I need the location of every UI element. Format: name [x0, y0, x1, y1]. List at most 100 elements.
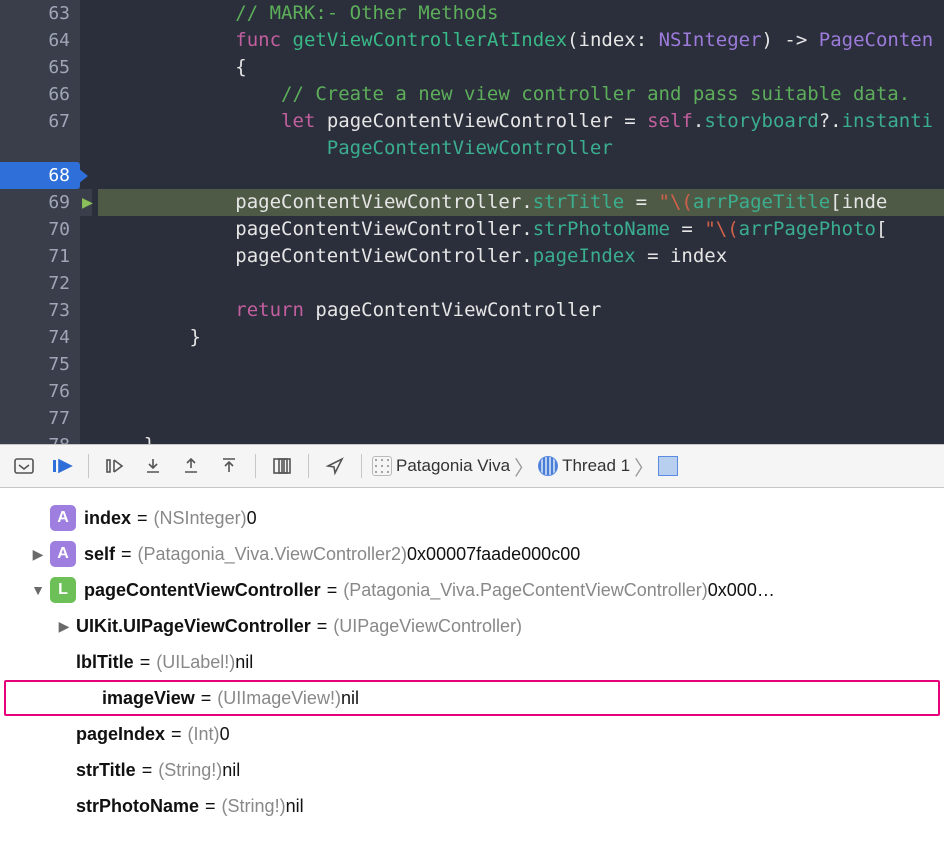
line-number[interactable]: 66 — [0, 81, 70, 108]
variable-row[interactable]: ▶imageView = (UIImageView!) nil — [4, 680, 940, 716]
variable-name: lblTitle — [76, 652, 134, 673]
code-area[interactable]: // MARK:- Other Methods func getViewCont… — [80, 0, 944, 444]
code-editor[interactable]: 6364656667 6869707172737475767778 // MARK… — [0, 0, 944, 444]
variable-value: 0x000… — [708, 580, 775, 601]
debug-breadcrumb[interactable]: Patagonia Viva 〉 Thread 1 〉 — [372, 452, 678, 481]
line-number[interactable]: 67 — [0, 108, 70, 135]
code-line[interactable] — [98, 270, 944, 297]
variable-value: 0x00007faade000c00 — [407, 544, 580, 565]
line-number[interactable]: 70 — [0, 216, 70, 243]
variable-row[interactable]: ▶strTitle = (String!) nil — [4, 752, 940, 788]
line-number[interactable] — [0, 135, 70, 162]
variable-type: (Int) — [188, 724, 220, 745]
disclosure-triangle-icon[interactable]: ▼ — [30, 582, 46, 598]
line-number[interactable]: 76 — [0, 378, 70, 405]
variable-row[interactable]: ▶UIKit.UIPageViewController = (UIPageVie… — [4, 608, 940, 644]
debug-view-hierarchy-button[interactable] — [266, 452, 298, 480]
variable-name: strPhotoName — [76, 796, 199, 817]
code-line[interactable] — [98, 162, 944, 189]
variable-value: nil — [286, 796, 304, 817]
line-number[interactable]: 75 — [0, 351, 70, 378]
code-line[interactable]: // Create a new view controller and pass… — [98, 81, 944, 108]
variable-row[interactable]: ▼LpageContentViewController = (Patagonia… — [4, 572, 940, 608]
variable-name: index — [84, 508, 131, 529]
code-line[interactable]: return pageContentViewController — [98, 297, 944, 324]
step-into-button[interactable] — [137, 452, 169, 480]
variable-row[interactable]: ▶Aself = (Patagonia_Viva.ViewController2… — [4, 536, 940, 572]
line-number[interactable]: 64 — [0, 27, 70, 54]
variable-value: nil — [341, 688, 359, 709]
code-line[interactable]: { — [98, 54, 944, 81]
type-badge-icon: A — [50, 541, 76, 567]
line-number[interactable]: 68 — [0, 162, 80, 189]
variable-value: nil — [235, 652, 253, 673]
code-line[interactable]: } — [98, 432, 944, 444]
variable-type: (Patagonia_Viva.PageContentViewControlle… — [343, 580, 708, 601]
line-number[interactable]: 63 — [0, 0, 70, 27]
variable-type: (String!) — [222, 796, 286, 817]
line-gutter[interactable]: 6364656667 6869707172737475767778 — [0, 0, 80, 444]
line-number[interactable]: 69 — [0, 189, 70, 216]
code-line[interactable] — [98, 378, 944, 405]
variable-row[interactable]: ▶strPhotoName = (String!) nil — [4, 788, 940, 824]
variable-value: nil — [222, 760, 240, 781]
code-line[interactable]: ▶ pageContentViewController.strTitle = "… — [98, 189, 944, 216]
breadcrumb-frame[interactable] — [658, 456, 678, 476]
variable-row[interactable]: ▶lblTitle = (UILabel!) nil — [4, 644, 940, 680]
variable-value: 0 — [247, 508, 257, 529]
disclosure-triangle-icon[interactable]: ▶ — [30, 546, 46, 562]
simulate-location-button[interactable] — [319, 452, 351, 480]
code-line[interactable] — [98, 351, 944, 378]
line-number[interactable]: 65 — [0, 54, 70, 81]
breadcrumb-thread-label: Thread 1 — [562, 456, 630, 476]
variable-name: pageContentViewController — [84, 580, 321, 601]
variable-name: imageView — [102, 688, 195, 709]
variable-type: (UIPageViewController) — [333, 616, 522, 637]
code-line[interactable]: pageContentViewController.strPhotoName =… — [98, 216, 944, 243]
separator — [308, 454, 309, 478]
variable-name: strTitle — [76, 760, 136, 781]
line-number[interactable]: 72 — [0, 270, 70, 297]
code-line[interactable] — [98, 405, 944, 432]
variable-name: UIKit.UIPageViewController — [76, 616, 311, 637]
step-over-button[interactable] — [99, 452, 131, 480]
separator — [255, 454, 256, 478]
variable-type: (UILabel!) — [156, 652, 235, 673]
frame-icon — [658, 456, 678, 476]
code-line[interactable]: PageContentViewController — [98, 135, 944, 162]
debug-toolbar: Patagonia Viva 〉 Thread 1 〉 — [0, 444, 944, 488]
variables-panel[interactable]: ▶Aindex = (NSInteger) 0▶Aself = (Patagon… — [0, 488, 944, 856]
thread-icon — [538, 456, 558, 476]
step-instruction-button[interactable] — [213, 452, 245, 480]
breadcrumb-app[interactable]: Patagonia Viva — [372, 456, 510, 476]
line-number[interactable]: 78 — [0, 432, 70, 444]
variable-name: self — [84, 544, 115, 565]
separator — [88, 454, 89, 478]
toggle-debug-pane-button[interactable] — [8, 452, 40, 480]
variable-type: (UIImageView!) — [217, 688, 341, 709]
variable-row[interactable]: ▶Aindex = (NSInteger) 0 — [4, 500, 940, 536]
breadcrumb-thread[interactable]: Thread 1 — [538, 456, 630, 476]
variable-type: (String!) — [158, 760, 222, 781]
line-number[interactable]: 73 — [0, 297, 70, 324]
line-number[interactable]: 77 — [0, 405, 70, 432]
code-line[interactable]: } — [98, 324, 944, 351]
line-number[interactable]: 74 — [0, 324, 70, 351]
breadcrumb-separator: 〉 — [510, 452, 538, 481]
app-icon — [372, 456, 392, 476]
breadcrumb-app-label: Patagonia Viva — [396, 456, 510, 476]
line-number[interactable]: 71 — [0, 243, 70, 270]
program-counter-icon: ▶ — [82, 189, 93, 216]
variable-type: (Patagonia_Viva.ViewController2) — [138, 544, 408, 565]
disclosure-triangle-icon[interactable]: ▶ — [56, 618, 72, 634]
variable-value: 0 — [220, 724, 230, 745]
variable-row[interactable]: ▶pageIndex = (Int) 0 — [4, 716, 940, 752]
continue-button[interactable] — [46, 452, 78, 480]
code-line[interactable]: func getViewControllerAtIndex(index: NSI… — [98, 27, 944, 54]
type-badge-icon: A — [50, 505, 76, 531]
code-line[interactable]: // MARK:- Other Methods — [98, 0, 944, 27]
code-line[interactable]: pageContentViewController.pageIndex = in… — [98, 243, 944, 270]
variable-type: (NSInteger) — [154, 508, 247, 529]
step-out-button[interactable] — [175, 452, 207, 480]
code-line[interactable]: let pageContentViewController = self.sto… — [98, 108, 944, 135]
